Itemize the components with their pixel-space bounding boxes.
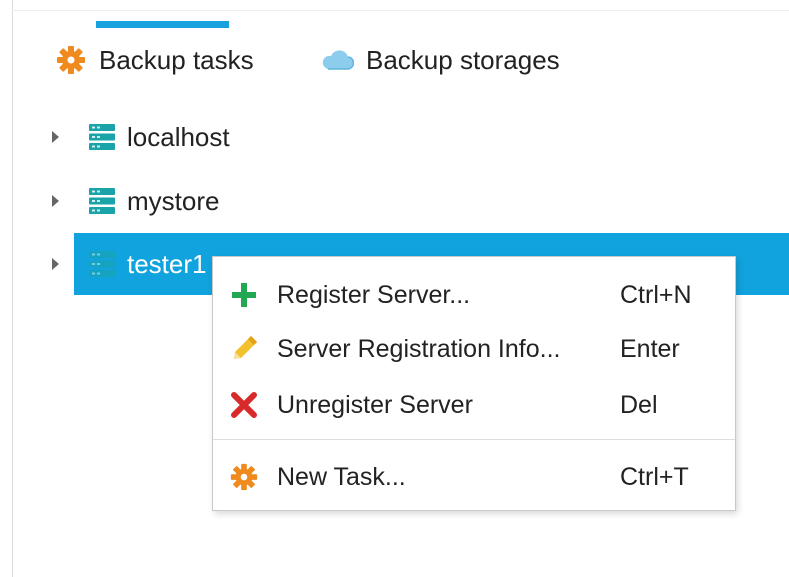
tree-item-label: localhost xyxy=(127,121,230,152)
tab-backup-tasks-label: Backup tasks xyxy=(99,44,254,75)
panel-left-border xyxy=(12,0,13,577)
pencil-icon xyxy=(227,332,261,366)
menu-separator xyxy=(213,439,735,440)
menu-item-label: Server Registration Info... xyxy=(277,334,561,363)
menu-item-register-server[interactable]: Register Server... Ctrl+N xyxy=(213,269,735,321)
menu-item-label: Register Server... xyxy=(277,280,471,309)
active-tab-indicator xyxy=(96,21,229,28)
menu-item-shortcut: Enter xyxy=(620,334,680,363)
menu-item-shortcut: Ctrl+N xyxy=(620,280,692,309)
plus-icon xyxy=(227,278,261,312)
server-icon xyxy=(87,122,117,152)
server-icon xyxy=(87,249,117,279)
menu-item-shortcut: Del xyxy=(620,390,658,419)
gear-icon xyxy=(227,460,261,494)
tree-item-label: mystore xyxy=(127,185,220,216)
expand-arrow-icon[interactable] xyxy=(52,131,59,143)
x-icon xyxy=(227,388,261,422)
cloud-icon xyxy=(320,47,354,73)
tree-item-localhost[interactable]: localhost xyxy=(52,106,789,168)
context-menu: Register Server... Ctrl+N Server Registr… xyxy=(212,256,736,511)
menu-item-shortcut: Ctrl+T xyxy=(620,462,689,491)
menu-item-label: New Task... xyxy=(277,462,406,491)
tab-backup-storages-label: Backup storages xyxy=(366,44,560,75)
server-icon xyxy=(87,186,117,216)
tab-backup-tasks[interactable]: Backup tasks xyxy=(55,40,254,80)
gear-icon xyxy=(55,44,87,76)
expand-arrow-icon[interactable] xyxy=(52,195,59,207)
tree-item-label: tester1 xyxy=(127,248,207,279)
tab-backup-storages[interactable]: Backup storages xyxy=(320,40,560,80)
tree-item-mystore[interactable]: mystore xyxy=(52,170,789,232)
menu-item-unregister-server[interactable]: Unregister Server Del xyxy=(213,379,735,431)
menu-item-label: Unregister Server xyxy=(277,390,473,419)
menu-item-new-task[interactable]: New Task... Ctrl+T xyxy=(213,451,735,503)
menu-item-server-registration-info[interactable]: Server Registration Info... Enter xyxy=(213,323,735,375)
panel-top-border xyxy=(12,10,789,11)
expand-arrow-icon[interactable] xyxy=(52,258,59,270)
